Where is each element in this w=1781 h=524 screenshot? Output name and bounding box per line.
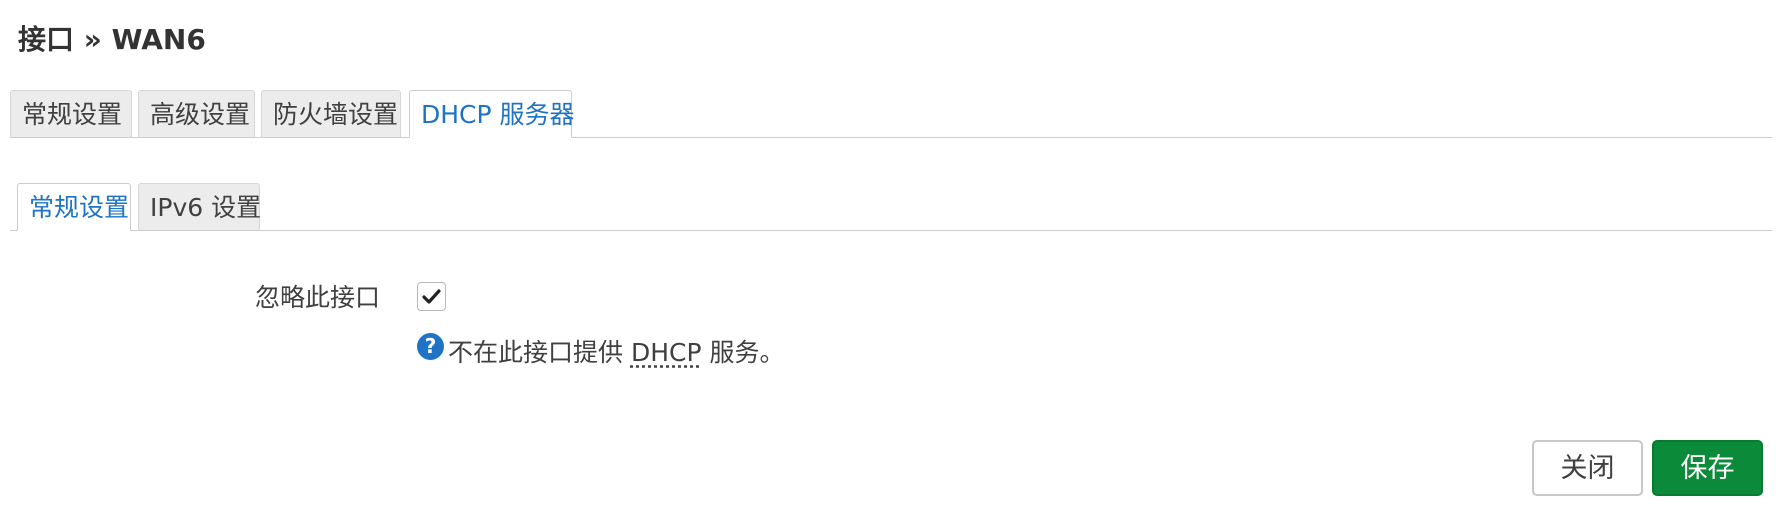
save-button[interactable]: 保存 (1652, 440, 1763, 496)
subtab-ipv6-settings[interactable]: IPv6 设置 (138, 183, 261, 231)
tab-general-settings[interactable]: 常规设置 (10, 90, 132, 138)
subtab-general-settings[interactable]: 常规设置 (17, 183, 131, 231)
ignore-interface-checkbox[interactable] (417, 282, 446, 311)
tab-advanced-settings[interactable]: 高级设置 (138, 90, 255, 138)
sub-tab-bar: 常规设置 IPv6 设置 (10, 181, 1772, 231)
checkmark-icon (422, 289, 441, 304)
dhcp-abbreviation: DHCP (630, 338, 702, 367)
ignore-interface-label: 忽略此接口 (254, 283, 380, 312)
tab-dhcp-server[interactable]: DHCP 服务器 (409, 90, 575, 138)
page-title: 接口 » WAN6 (18, 23, 206, 56)
help-text-suffix: 服务。 (701, 338, 785, 367)
ignore-interface-help: ? 不在此接口提供 DHCP 服务。 (417, 333, 785, 373)
main-tab-bar: 常规设置 高级设置 防火墙设置 DHCP 服务器 (10, 87, 1772, 138)
page: 接口 » WAN6 常规设置 高级设置 防火墙设置 DHCP 服务器 常规设置 … (0, 0, 1781, 524)
help-text-prefix: 不在此接口提供 (448, 338, 631, 367)
close-button[interactable]: 关闭 (1532, 440, 1643, 496)
tab-firewall-settings[interactable]: 防火墙设置 (261, 90, 401, 138)
question-circle-icon: ? (417, 333, 444, 360)
